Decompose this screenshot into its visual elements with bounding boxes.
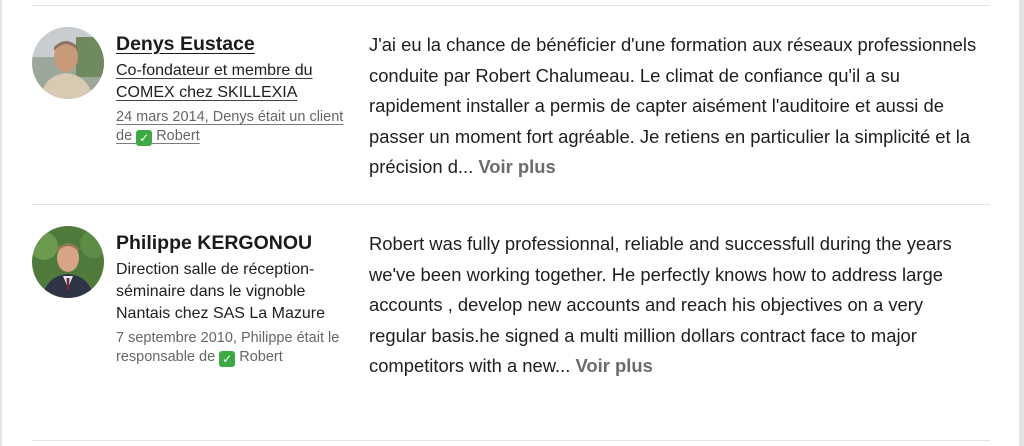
recommender-info: Philippe KERGONOU Direction salle de réc… <box>116 231 356 367</box>
recommendation-text: J'ai eu la chance de bénéficier d'une fo… <box>369 30 984 183</box>
recommendation-body: J'ai eu la chance de bénéficier d'une fo… <box>369 34 977 177</box>
check-mark-icon: ✓ <box>219 351 236 367</box>
divider <box>32 440 990 441</box>
panel-left-border <box>0 0 2 446</box>
avatar-photo <box>32 27 104 99</box>
recommender-headline: Direction salle de réception-séminaire d… <box>116 261 325 322</box>
recommendation-meta: 7 septembre 2010, Philippe était le resp… <box>116 329 356 367</box>
recommender-info: Denys Eustace Co-fondateur et membre du … <box>116 32 356 146</box>
recommendation-text: Robert was fully professionnal, reliable… <box>369 229 984 382</box>
meta-person: Robert <box>156 128 200 144</box>
avatar-photo <box>32 226 104 298</box>
see-more-button[interactable]: Voir plus <box>478 156 555 177</box>
recommender-name[interactable]: Philippe KERGONOU <box>116 231 356 255</box>
avatar[interactable] <box>32 27 104 99</box>
recommender-name[interactable]: Denys Eustace <box>116 32 356 56</box>
see-more-button[interactable]: Voir plus <box>576 355 653 376</box>
scrollbar-track[interactable] <box>1019 0 1024 446</box>
meta-person: Robert <box>239 349 283 365</box>
recommendations-panel: Denys Eustace Co-fondateur et membre du … <box>0 0 1024 446</box>
check-mark-icon: ✓ <box>136 130 153 146</box>
recommendation-item: Philippe KERGONOU Direction salle de réc… <box>32 204 990 440</box>
recommendation-item: Denys Eustace Co-fondateur et membre du … <box>32 5 990 204</box>
recommendation-body: Robert was fully professionnal, reliable… <box>369 233 952 376</box>
recommendation-meta[interactable]: 24 mars 2014, Denys était un client de ✓… <box>116 108 356 146</box>
recommender-headline[interactable]: Co-fondateur et membre du COMEX chez SKI… <box>116 60 356 104</box>
avatar[interactable] <box>32 226 104 298</box>
